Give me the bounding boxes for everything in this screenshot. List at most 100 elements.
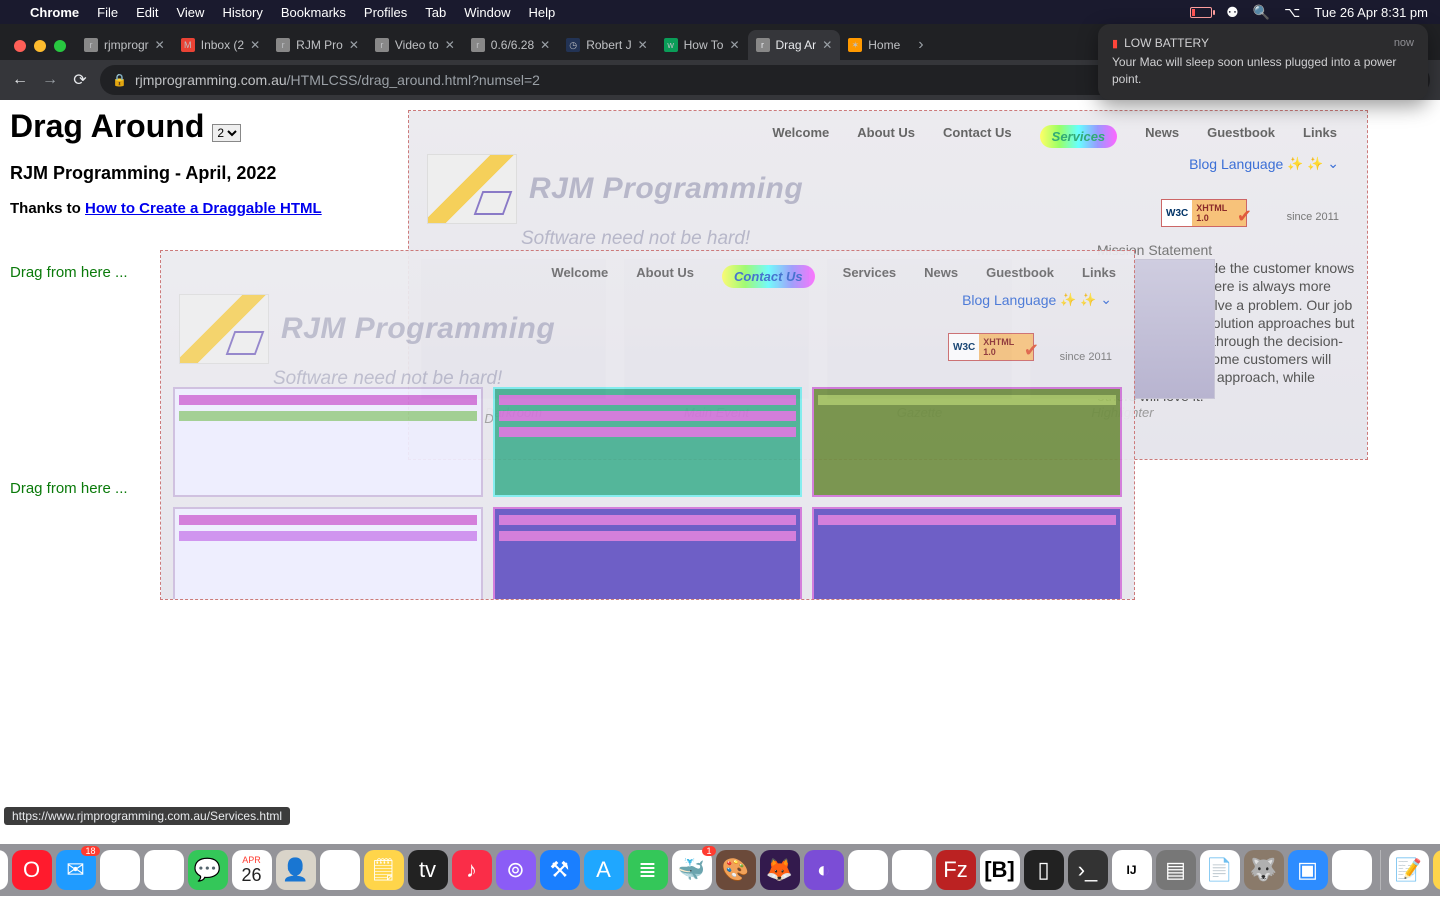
drag-handle-1[interactable]: Drag from here ...	[10, 264, 128, 281]
nav-contact[interactable]: Contact Us	[943, 125, 1012, 148]
thanks-link[interactable]: How to Create a Draggable HTML	[85, 200, 322, 217]
nav-about[interactable]: About Us	[636, 265, 694, 288]
dock-pages[interactable]: 📄	[1200, 850, 1240, 890]
site-logo-icon[interactable]	[427, 154, 517, 224]
dock-iterm[interactable]: ›_	[1068, 850, 1108, 890]
tab-robert[interactable]: ◷Robert J✕	[558, 30, 655, 60]
tab-drag-around[interactable]: rDrag Ar✕	[748, 30, 841, 60]
service-thumb[interactable]	[493, 387, 803, 497]
tab-ratio[interactable]: r0.6/6.28✕	[463, 30, 558, 60]
dock-numbers[interactable]: ≣	[628, 850, 668, 890]
menu-bookmarks[interactable]: Bookmarks	[281, 5, 346, 20]
nav-news[interactable]: News	[924, 265, 958, 288]
dock-podcasts[interactable]: ⊚	[496, 850, 536, 890]
close-tab-icon[interactable]: ✕	[540, 38, 550, 52]
menu-help[interactable]: Help	[529, 5, 556, 20]
dock-calendar[interactable]: APR26	[232, 850, 272, 890]
dock-photos[interactable]: ✿	[144, 850, 184, 890]
service-thumb[interactable]	[173, 387, 483, 497]
dock-chromium[interactable]: ◉	[848, 850, 888, 890]
nav-services-active[interactable]: Services	[1040, 125, 1118, 148]
nav-links[interactable]: Links	[1082, 265, 1116, 288]
dock-art-app[interactable]: 🎨	[716, 850, 756, 890]
tab-rjm-pro[interactable]: rRJM Pro✕	[268, 30, 367, 60]
dock-chrome[interactable]: ◎	[1332, 850, 1372, 890]
dock-gimp[interactable]: 🐺	[1244, 850, 1284, 890]
nav-services[interactable]: Services	[843, 265, 897, 288]
menu-window[interactable]: Window	[464, 5, 510, 20]
battery-low-icon[interactable]	[1190, 7, 1212, 18]
minimize-window-button[interactable]	[34, 40, 46, 52]
dock-intellij[interactable]: IJ	[1112, 850, 1152, 890]
dock-contacts[interactable]: 👤	[276, 850, 316, 890]
service-thumb[interactable]	[173, 507, 483, 600]
spotlight-icon[interactable]: 🔍	[1253, 4, 1270, 21]
menu-view[interactable]: View	[176, 5, 204, 20]
dock-mail[interactable]: ✉18	[56, 850, 96, 890]
close-tab-icon[interactable]: ✕	[445, 38, 455, 52]
site-logo-icon[interactable]	[179, 294, 269, 364]
tab-overflow-icon[interactable]: ›	[908, 36, 933, 60]
dock-maps[interactable]: 🗺	[100, 850, 140, 890]
back-button[interactable]: ←	[10, 71, 30, 89]
blog-language-dropdown[interactable]: Blog Language✨ ✨⌄	[962, 291, 1112, 308]
dock-textedit[interactable]: 📝	[1389, 850, 1429, 890]
lock-icon[interactable]: 🔒	[112, 73, 127, 87]
numsel-dropdown[interactable]: 2	[212, 124, 241, 142]
low-battery-notification[interactable]: ▮LOW BATTERY now Your Mac will sleep soo…	[1098, 24, 1428, 100]
dock-firefox[interactable]: 🦊	[760, 850, 800, 890]
dock-tor[interactable]: ◐	[804, 850, 844, 890]
drag-handle-2[interactable]: Drag from here ...	[10, 480, 128, 497]
service-thumb[interactable]	[493, 507, 803, 600]
close-tab-icon[interactable]: ✕	[638, 38, 648, 52]
menu-history[interactable]: History	[222, 5, 262, 20]
dock-xcode[interactable]: ⚒	[540, 850, 580, 890]
app-name[interactable]: Chrome	[30, 5, 79, 20]
dock-zoom[interactable]: ▣	[1288, 850, 1328, 890]
dock-filezilla[interactable]: Fz	[936, 850, 976, 890]
control-center-icon[interactable]: ⌥	[1284, 4, 1300, 21]
blog-language-dropdown[interactable]: Blog Language✨ ✨⌄	[1189, 155, 1339, 172]
close-tab-icon[interactable]: ✕	[349, 38, 359, 52]
dock-reminders[interactable]: ☑	[320, 850, 360, 890]
close-tab-icon[interactable]: ✕	[729, 38, 739, 52]
dock-appstore[interactable]: A	[584, 850, 624, 890]
tab-howto[interactable]: wHow To✕	[656, 30, 748, 60]
tab-video[interactable]: rVideo to✕	[367, 30, 463, 60]
menu-tab[interactable]: Tab	[425, 5, 446, 20]
dock-brackets[interactable]: [B]	[980, 850, 1020, 890]
service-thumb[interactable]	[812, 507, 1122, 600]
valid-xhtml-badge[interactable]: W3C XHTML1.0 ✔	[948, 333, 1034, 361]
close-tab-icon[interactable]: ✕	[250, 38, 260, 52]
dock-terminal[interactable]: ▯	[1024, 850, 1064, 890]
dock-messages[interactable]: 💬	[188, 850, 228, 890]
dock-app[interactable]: ▤	[1156, 850, 1196, 890]
wifi-icon[interactable]: ⚉	[1226, 4, 1239, 21]
menu-profiles[interactable]: Profiles	[364, 5, 407, 20]
nav-contact-active[interactable]: Contact Us	[722, 265, 815, 288]
nav-welcome[interactable]: Welcome	[772, 125, 829, 148]
nav-news[interactable]: News	[1145, 125, 1179, 148]
reload-button[interactable]: ⟳	[70, 70, 90, 90]
nav-guestbook[interactable]: Guestbook	[1207, 125, 1275, 148]
dock-notes[interactable]: 🗒	[364, 850, 404, 890]
tab-inbox[interactable]: MInbox (2✕	[173, 30, 268, 60]
nav-about[interactable]: About Us	[857, 125, 915, 148]
dock-safari[interactable]: 🧭	[0, 850, 8, 890]
nav-welcome[interactable]: Welcome	[551, 265, 608, 288]
nav-links[interactable]: Links	[1303, 125, 1337, 148]
tab-rjmprog[interactable]: rrjmprogr✕	[76, 30, 173, 60]
forward-button[interactable]: →	[40, 71, 60, 89]
menu-file[interactable]: File	[97, 5, 118, 20]
dock-music[interactable]: ♪	[452, 850, 492, 890]
close-tab-icon[interactable]: ✕	[822, 38, 832, 52]
menubar-clock[interactable]: Tue 26 Apr 8:31 pm	[1314, 5, 1428, 20]
dock-tv[interactable]: tv	[408, 850, 448, 890]
tab-home[interactable]: ✶Home	[840, 30, 908, 60]
service-thumb[interactable]	[812, 387, 1122, 497]
menu-edit[interactable]: Edit	[136, 5, 158, 20]
fullscreen-window-button[interactable]	[54, 40, 66, 52]
draggable-iframe-2[interactable]: Welcome About Us Contact Us Services New…	[160, 250, 1135, 600]
valid-xhtml-badge[interactable]: W3C XHTML1.0 ✔	[1161, 199, 1247, 227]
dock-docker[interactable]: 🐳1	[672, 850, 712, 890]
